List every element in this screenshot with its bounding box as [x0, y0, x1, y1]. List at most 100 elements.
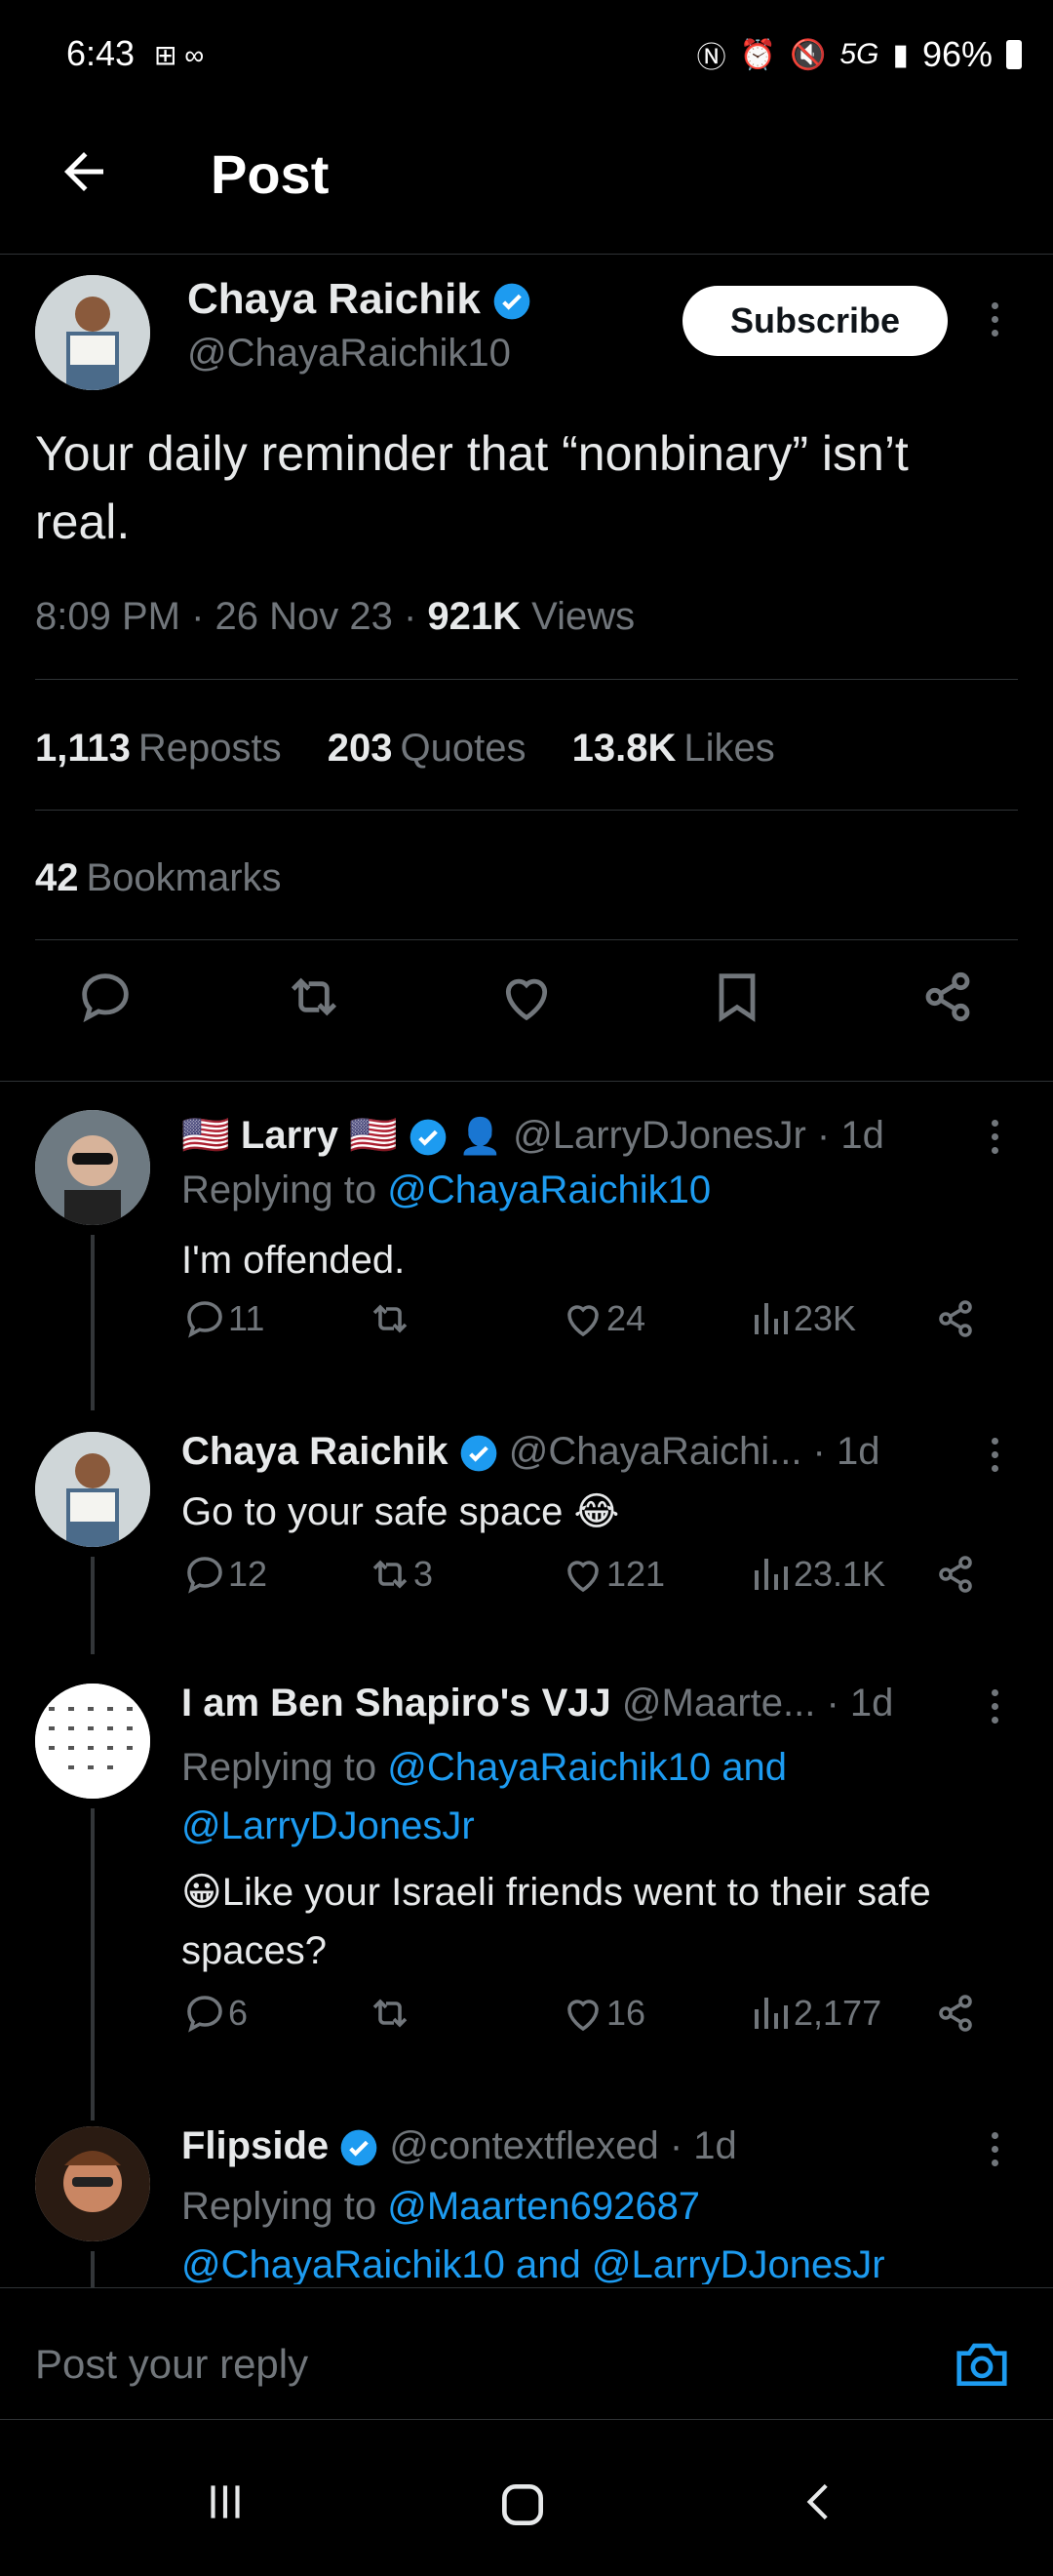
page-title: Post [211, 143, 330, 205]
recent-apps-icon[interactable] [201, 2477, 250, 2526]
repost-button[interactable] [367, 1295, 413, 1342]
replying-to: Replying to @ChayaRaichik10 [181, 1169, 711, 1212]
avatar[interactable] [35, 2126, 150, 2241]
reply-count: 12 [228, 1554, 268, 1594]
avatar-image [35, 1110, 150, 1225]
reply-count-button[interactable]: 6 [181, 1990, 248, 2037]
bookmark-icon[interactable] [706, 966, 768, 1028]
author-row: Chaya Raichik [187, 275, 531, 324]
reposts-count: 1,113 [35, 727, 131, 770]
reply-input[interactable]: Post your reply [35, 2341, 308, 2388]
repost-icon[interactable] [283, 966, 345, 1028]
reply-author-name[interactable]: Flipside [181, 2124, 329, 2167]
reply-count-button[interactable]: 12 [181, 1551, 267, 1598]
like-icon [567, 1561, 599, 1593]
reply-text: I'm offended. [181, 1239, 406, 1282]
reply-count: 6 [228, 1993, 249, 2033]
author-name[interactable]: Chaya Raichik [187, 275, 481, 323]
like-button[interactable]: 16 [560, 1990, 645, 2037]
more-options-icon[interactable] [985, 302, 1004, 337]
replying-to-prefix: Replying to [181, 2185, 388, 2228]
reply-handle[interactable]: @contextflexed · 1d [389, 2124, 736, 2167]
reply-icon [187, 1996, 222, 2033]
divider [35, 810, 1018, 811]
reply-header: Chaya Raichik @ChayaRaichi... · 1d [181, 1430, 879, 1474]
more-options-icon[interactable] [985, 1120, 1004, 1154]
views-button[interactable]: 23K [747, 1295, 856, 1342]
more-options-icon[interactable] [985, 1438, 1004, 1472]
repost-button[interactable] [367, 1990, 413, 2037]
share-icon[interactable] [916, 966, 979, 1028]
status-right: Ⓝ ⏰ 🔇 5G ▮ 96% [697, 33, 1022, 76]
reply-handle[interactable]: @LarryDJonesJr · 1d [513, 1114, 884, 1157]
like-icon[interactable] [495, 966, 558, 1028]
like-icon [567, 2000, 599, 2032]
battery-icon [1006, 40, 1022, 69]
calendar-avatar-image [35, 1684, 150, 1799]
reply-handle[interactable]: @Maarte... · 1d [622, 1682, 893, 1724]
author-handle[interactable]: @ChayaRaichik10 [187, 332, 511, 376]
network-label: 5G [839, 38, 879, 70]
bookmarks-stat[interactable]: 42 Bookmarks [35, 856, 282, 900]
like-button[interactable]: 121 [560, 1551, 665, 1598]
views-icon [755, 1998, 788, 2029]
reply-author-name[interactable]: Chaya Raichik [181, 1430, 448, 1473]
replying-to: Replying to @ChayaRaichik10 and @LarryDJ… [181, 1738, 981, 1855]
reposts-stat[interactable]: 1,113 Reposts [35, 727, 282, 770]
views-icon [755, 1303, 788, 1334]
avatar[interactable] [35, 275, 150, 390]
quotes-label: Quotes [400, 727, 526, 770]
reply-handle[interactable]: @ChayaRaichi... · 1d [509, 1430, 880, 1473]
views-button[interactable]: 23.1K [747, 1551, 885, 1598]
avatar[interactable] [35, 1110, 150, 1225]
likes-label: Likes [683, 727, 775, 770]
avatar[interactable] [35, 1684, 150, 1799]
like-count: 24 [606, 1298, 646, 1338]
like-count: 16 [606, 1993, 646, 2033]
likes-stat[interactable]: 13.8K Likes [572, 727, 775, 770]
subscribe-button[interactable]: Subscribe [682, 286, 948, 356]
replying-to-link[interactable]: @ChayaRaichik10 [387, 1169, 711, 1211]
camera-icon[interactable] [952, 2333, 1012, 2394]
divider [35, 939, 1018, 940]
like-button[interactable]: 24 [560, 1295, 645, 1342]
reply-author-name[interactable]: I am Ben Shapiro's VJJ [181, 1682, 611, 1724]
home-icon[interactable] [495, 2477, 550, 2532]
quotes-stat[interactable]: 203 Quotes [328, 727, 526, 770]
thread-line [91, 1235, 95, 1410]
bookmarks-count: 42 [35, 856, 79, 899]
engagement-stats: 1,113 Reposts 203 Quotes 13.8K Likes [35, 727, 775, 771]
more-options-icon[interactable] [985, 2132, 1004, 2166]
like-icon [567, 1305, 599, 1337]
system-back-icon[interactable] [796, 2477, 844, 2526]
more-options-icon[interactable] [985, 1689, 1004, 1724]
post-action-bar [0, 966, 1053, 1053]
reply-count: 11 [228, 1298, 265, 1338]
repost-button[interactable]: 3 [367, 1551, 433, 1598]
avatar[interactable] [35, 1432, 150, 1547]
views-icon [755, 1559, 788, 1590]
like-count: 121 [606, 1554, 666, 1594]
post-meta: 8:09 PM · 26 Nov 23 · 921K Views [35, 595, 635, 639]
share-icon[interactable] [932, 1551, 979, 1598]
share-icon[interactable] [932, 1990, 979, 2037]
repost-icon [372, 1560, 408, 1589]
verified-badge-icon [410, 1120, 447, 1156]
replying-to-prefix: Replying to [181, 1169, 388, 1211]
divider [0, 1081, 1053, 1082]
reply-header: Flipside @contextflexed · 1d [181, 2124, 737, 2168]
reply-author-name[interactable]: 🇺🇸 Larry 🇺🇸 [181, 1114, 398, 1157]
views-count: 23.1K [794, 1554, 886, 1594]
reply-count-button[interactable]: 11 [181, 1295, 264, 1342]
replying-to-prefix: Replying to [181, 1746, 388, 1789]
status-time: 6:43 [66, 33, 136, 73]
status-bar: 6:43 ⊞ ∞ Ⓝ ⏰ 🔇 5G ▮ 96% [0, 0, 1053, 117]
back-arrow-icon[interactable] [55, 142, 113, 201]
share-icon[interactable] [932, 1295, 979, 1342]
reposts-label: Reposts [137, 727, 282, 770]
affiliate-badge-icon: 👤 [458, 1116, 502, 1156]
reply-icon[interactable] [74, 966, 136, 1028]
views-button[interactable]: 2,177 [747, 1990, 881, 2037]
avatar-image [35, 275, 150, 390]
mute-icon: 🔇 [790, 38, 827, 71]
